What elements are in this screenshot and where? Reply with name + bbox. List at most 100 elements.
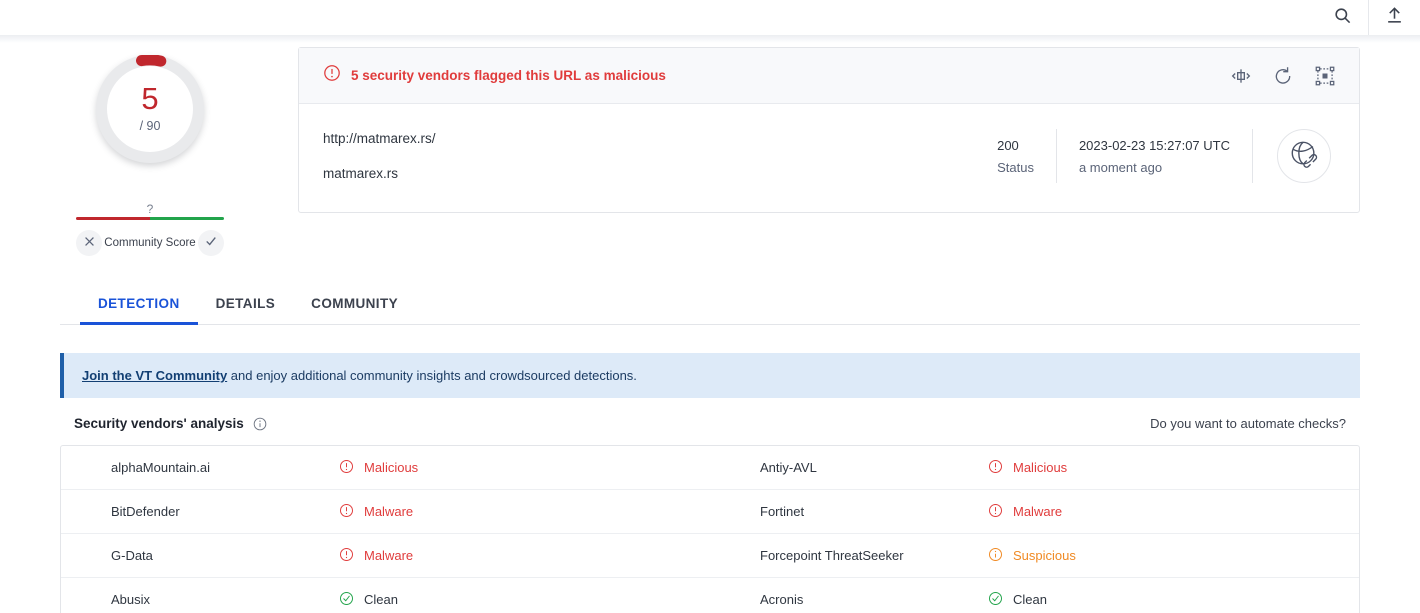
upload-icon	[1385, 6, 1404, 30]
check-icon	[205, 234, 217, 252]
tab-detection[interactable]: DETECTION	[80, 286, 198, 325]
verdict-text: Clean	[1013, 592, 1047, 607]
vendor-name: Fortinet	[760, 504, 805, 519]
exclamation-circle-icon	[339, 503, 354, 521]
malicious-alert-bar: 5 security vendors flagged this URL as m…	[299, 48, 1359, 104]
verdict-text: Malware	[364, 548, 414, 563]
reanalyze-icon[interactable]	[1273, 66, 1293, 86]
community-score-marker: ?	[146, 202, 154, 216]
banner-rest-text: and enjoy additional community insights …	[227, 368, 637, 383]
status-label: Status	[997, 159, 1034, 175]
detection-score-total: / 90	[139, 119, 161, 133]
search-icon	[1333, 6, 1352, 30]
alert-message: 5 security vendors flagged this URL as m…	[323, 64, 1231, 87]
url-host: matmarex.rs	[323, 166, 399, 181]
vendors-header: Security vendors' analysis Do you want t…	[60, 398, 1360, 445]
join-vt-community-link[interactable]: Join the VT Community	[82, 368, 227, 383]
scan-time-cell: 2023-02-23 15:27:07 UTC a moment ago	[1055, 129, 1252, 183]
url-block: http://matmarex.rs/ matmarex.rs	[323, 131, 975, 181]
vendor-cell: alphaMountain.ai Malicious	[61, 446, 710, 489]
community-score-controls: Community Score	[76, 230, 224, 256]
vendor-cell: BitDefender Malware	[61, 490, 710, 533]
community-upvote-button[interactable]	[197, 230, 224, 256]
vendor-verdict: Malicious	[988, 459, 1067, 477]
alert-text: 5 security vendors flagged this URL as m…	[351, 68, 666, 83]
check-circle-icon	[988, 591, 1003, 609]
url-details: http://matmarex.rs/ matmarex.rs 200 Stat…	[299, 104, 1359, 212]
page-content: 5 / 90 ? Community Score 5 security vend…	[0, 43, 1420, 613]
community-score-bar	[76, 217, 224, 220]
table-row: Abusix Clean Acronis Clean	[61, 578, 1359, 613]
hero-section: 5 / 90 ? Community Score 5 security vend…	[60, 43, 1360, 256]
community-bar-positive	[150, 217, 224, 220]
close-icon	[84, 234, 95, 252]
tab-details[interactable]: DETAILS	[198, 286, 294, 325]
status-code: 200	[997, 137, 1019, 153]
vendor-cell: Forcepoint ThreatSeeker Suspicious	[710, 534, 1359, 577]
vendor-name: Antiy-AVL	[760, 460, 817, 475]
vendor-verdict: Malware	[339, 503, 413, 521]
verdict-text: Clean	[364, 592, 398, 607]
exclamation-circle-icon	[339, 547, 354, 565]
vendor-cell: Antiy-AVL Malicious	[710, 446, 1359, 489]
vendor-name: Forcepoint ThreatSeeker	[760, 548, 904, 563]
vendor-verdict: Malicious	[339, 459, 418, 477]
vendors-table: alphaMountain.ai Malicious Antiy-AVL Mal…	[60, 445, 1360, 613]
exclamation-circle-icon	[988, 459, 1003, 477]
avatar-cell	[1252, 129, 1335, 183]
top-bar-shadow	[0, 35, 1420, 43]
graph-icon[interactable]	[1315, 66, 1335, 86]
vendor-name: BitDefender	[111, 504, 180, 519]
info-icon[interactable]	[253, 417, 267, 431]
verdict-text: Malware	[364, 504, 414, 519]
card-action-buttons	[1231, 66, 1335, 86]
url-summary-card: 5 security vendors flagged this URL as m…	[298, 47, 1360, 213]
url-meta: 200 Status 2023-02-23 15:27:07 UTC a mom…	[975, 129, 1335, 183]
automate-checks-link[interactable]: Do you want to automate checks?	[1150, 416, 1346, 431]
avatar	[1277, 129, 1331, 183]
verdict-text: Malicious	[1013, 460, 1068, 475]
vendor-cell: G-Data Malware	[61, 534, 710, 577]
top-bar	[0, 0, 1420, 35]
exclamation-circle-icon	[339, 459, 354, 477]
exclamation-circle-icon	[988, 503, 1003, 521]
scan-date: 2023-02-23 15:27:07 UTC	[1078, 137, 1230, 153]
vendors-title: Security vendors' analysis	[74, 416, 244, 431]
info-circle-icon	[988, 547, 1003, 565]
vendor-verdict: Malware	[988, 503, 1062, 521]
table-row: BitDefender Malware Fortinet Malware	[61, 490, 1359, 534]
vendor-name: alphaMountain.ai	[111, 460, 211, 475]
vendor-verdict: Clean	[339, 591, 398, 609]
globe-link-icon	[1289, 139, 1319, 174]
compare-icon[interactable]	[1231, 66, 1251, 86]
url-value: http://matmarex.rs/	[323, 131, 436, 146]
vendor-cell: Abusix Clean	[61, 578, 710, 613]
tab-bar: DETECTION DETAILS COMMUNITY	[60, 286, 1360, 325]
search-button[interactable]	[1316, 0, 1368, 35]
vendor-cell: Fortinet Malware	[710, 490, 1359, 533]
detection-gauge: 5 / 90	[96, 55, 204, 163]
verdict-text: Malicious	[364, 460, 419, 475]
table-row: alphaMountain.ai Malicious Antiy-AVL Mal…	[61, 446, 1359, 490]
vendor-verdict: Suspicious	[988, 547, 1076, 565]
community-score-panel: ? Community Score	[76, 203, 224, 256]
exclamation-circle-icon	[323, 64, 341, 87]
detection-score-value: 5	[141, 81, 159, 116]
community-score-label: Community Score	[104, 237, 196, 249]
detection-score-panel: 5 / 90 ? Community Score	[60, 47, 240, 256]
vendor-verdict: Clean	[988, 591, 1047, 609]
gauge-inner: 5 / 90	[107, 66, 193, 152]
verdict-text: Suspicious	[1013, 548, 1076, 563]
check-circle-icon	[339, 591, 354, 609]
status-cell: 200 Status	[975, 129, 1056, 183]
vendor-name: Abusix	[111, 592, 151, 607]
upload-button[interactable]	[1368, 0, 1420, 35]
vt-community-banner: Join the VT Community and enjoy addition…	[60, 353, 1360, 398]
community-downvote-button[interactable]	[76, 230, 102, 256]
vendor-name: Acronis	[760, 592, 804, 607]
relative-time: a moment ago	[1078, 159, 1163, 175]
table-row: G-Data Malware Forcepoint ThreatSeeker S…	[61, 534, 1359, 578]
tab-community[interactable]: COMMUNITY	[293, 286, 416, 325]
verdict-text: Malware	[1013, 504, 1063, 519]
vendor-cell: Acronis Clean	[710, 578, 1359, 613]
